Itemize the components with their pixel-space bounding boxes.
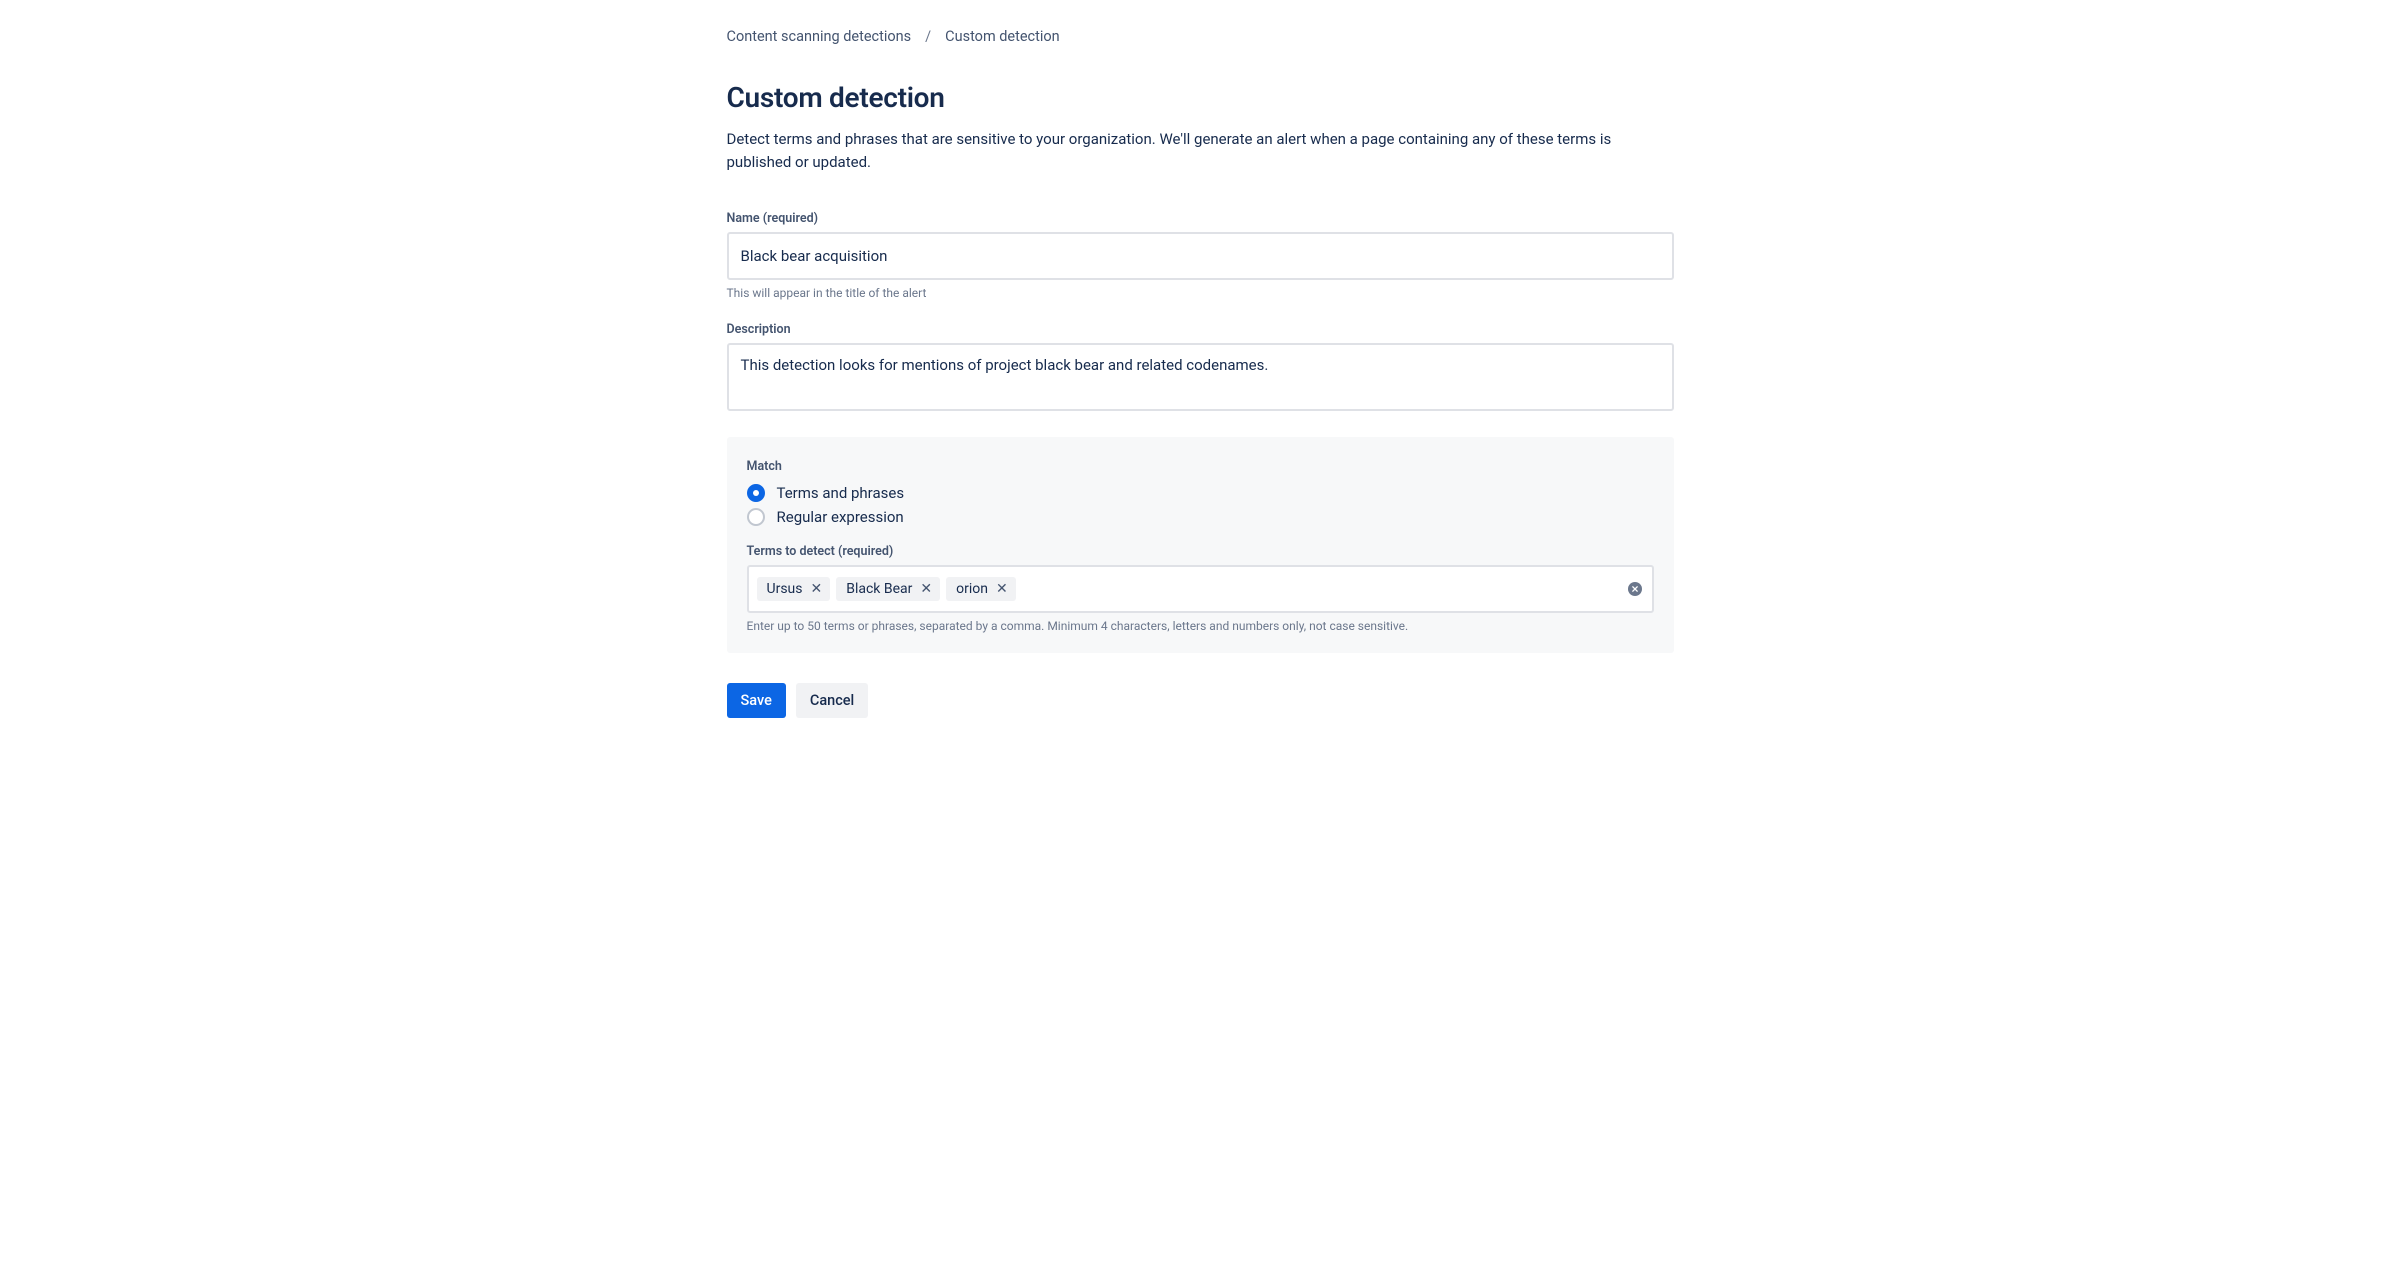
name-input[interactable] — [727, 232, 1674, 280]
name-field: Name (required) This will appear in the … — [727, 211, 1674, 300]
breadcrumb-separator: / — [925, 28, 931, 45]
term-tag: orion ✕ — [946, 577, 1016, 601]
breadcrumb: Content scanning detections / Custom det… — [727, 28, 1674, 45]
description-label: Description — [727, 322, 1674, 337]
name-label: Name (required) — [727, 211, 1674, 226]
page-title: Custom detection — [727, 81, 1674, 114]
breadcrumb-parent-link[interactable]: Content scanning detections — [727, 28, 912, 45]
radio-regular-expression[interactable]: Regular expression — [747, 508, 1654, 526]
radio-indicator-icon — [747, 484, 765, 502]
radio-label: Terms and phrases — [777, 484, 905, 502]
radio-terms-and-phrases[interactable]: Terms and phrases — [747, 484, 1654, 502]
description-field: Description This detection looks for men… — [727, 322, 1674, 415]
match-panel: Match Terms and phrases Regular expressi… — [727, 437, 1674, 653]
terms-label: Terms to detect (required) — [747, 544, 1654, 559]
remove-tag-icon[interactable]: ✕ — [811, 582, 823, 596]
form-actions: Save Cancel — [727, 683, 1674, 718]
term-tag-label: orion — [956, 581, 988, 597]
remove-tag-icon[interactable]: ✕ — [996, 582, 1008, 596]
term-tag-label: Ursus — [767, 581, 803, 597]
terms-input[interactable]: Ursus ✕ Black Bear ✕ orion ✕ — [747, 565, 1654, 613]
description-input[interactable]: This detection looks for mentions of pro… — [727, 343, 1674, 411]
name-helper: This will appear in the title of the ale… — [727, 286, 1674, 300]
match-radio-group: Terms and phrases Regular expression — [747, 484, 1654, 526]
breadcrumb-current: Custom detection — [945, 28, 1060, 45]
terms-helper: Enter up to 50 terms or phrases, separat… — [747, 619, 1654, 633]
term-tag: Ursus ✕ — [757, 577, 831, 601]
match-label: Match — [747, 459, 1654, 474]
term-tag: Black Bear ✕ — [836, 577, 940, 601]
remove-tag-icon[interactable]: ✕ — [920, 582, 932, 596]
page-subtitle: Detect terms and phrases that are sensit… — [727, 128, 1674, 175]
radio-label: Regular expression — [777, 508, 904, 526]
cancel-button[interactable]: Cancel — [796, 683, 868, 718]
save-button[interactable]: Save — [727, 683, 786, 718]
term-tag-label: Black Bear — [846, 581, 912, 597]
clear-all-icon[interactable] — [1628, 582, 1642, 596]
radio-indicator-icon — [747, 508, 765, 526]
